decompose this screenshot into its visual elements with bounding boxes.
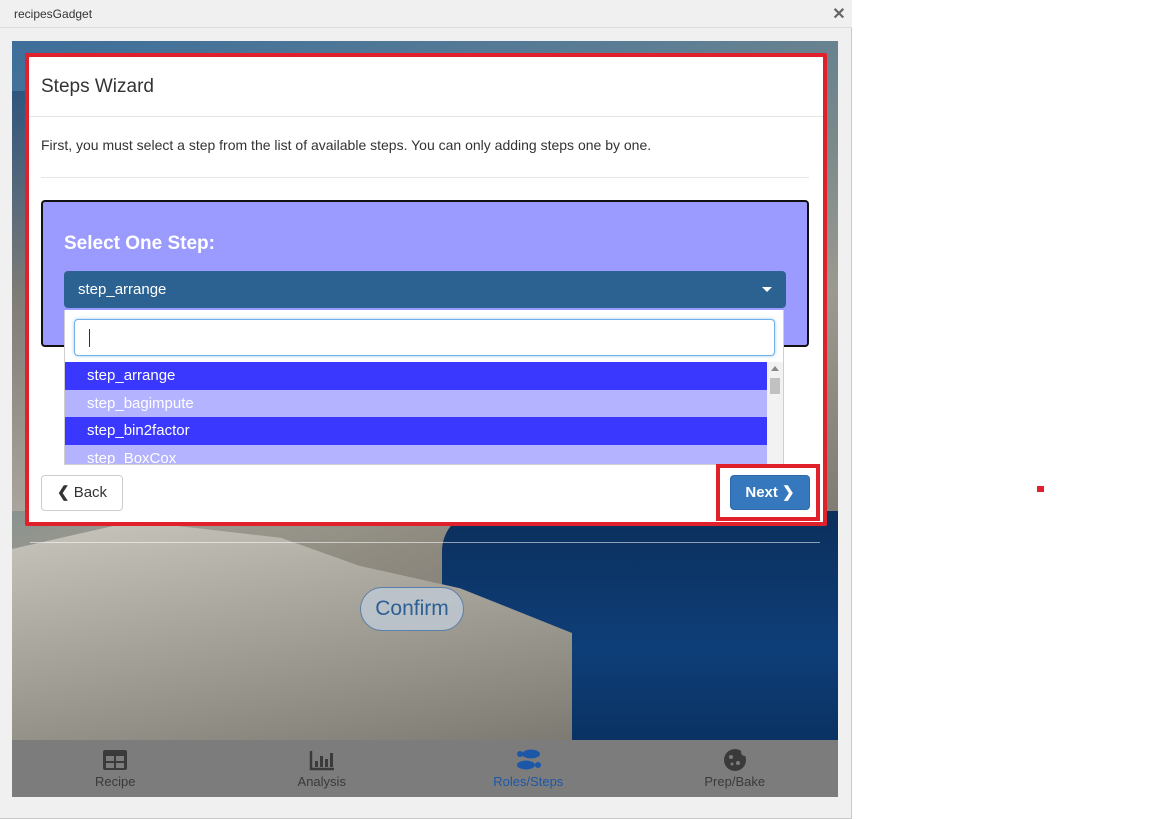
modal-title: Steps Wizard — [41, 76, 154, 97]
app-window: recipesGadget ✕ Confirm Recipe Analysis — [0, 0, 852, 819]
footsteps-icon — [517, 749, 542, 770]
scroll-thumb[interactable] — [770, 378, 780, 394]
tab-label: Prep/Bake — [704, 774, 766, 789]
divider-line — [30, 542, 820, 543]
divider — [41, 177, 809, 178]
back-button[interactable]: ❮ Back — [41, 475, 123, 511]
tab-prep-bake[interactable]: Prep/Bake — [632, 740, 839, 797]
step-select[interactable]: step_arrange — [64, 271, 786, 308]
option-list: step_arrange step_bagimpute step_bin2fac… — [65, 362, 767, 464]
intro-text: First, you must select a step from the l… — [41, 137, 652, 153]
step-dropdown: step_arrange step_bagimpute step_bin2fac… — [64, 310, 784, 465]
tab-recipe[interactable]: Recipe — [12, 740, 219, 797]
tab-label: Recipe — [95, 774, 136, 789]
tab-label: Analysis — [297, 774, 346, 789]
confirm-button[interactable]: Confirm — [360, 587, 464, 631]
chevron-left-icon: ❮ — [56, 484, 70, 501]
tab-roles-steps[interactable]: Roles/Steps — [425, 740, 632, 797]
list-item[interactable]: step_bin2factor — [65, 417, 767, 445]
dropdown-search-input[interactable] — [74, 319, 775, 356]
selected-value: step_arrange — [78, 281, 167, 298]
next-label: Next — [745, 484, 778, 501]
list-item[interactable]: step_arrange — [65, 362, 767, 390]
next-button[interactable]: Next ❯ — [730, 475, 810, 510]
steps-wizard-modal: Steps Wizard First, you must select a st… — [25, 53, 827, 526]
dropdown-scrollbar[interactable] — [767, 362, 783, 464]
marker-dot — [1037, 486, 1044, 492]
chevron-right-icon: ❯ — [782, 484, 795, 501]
window-title: recipesGadget — [14, 7, 93, 21]
scroll-up-icon[interactable] — [771, 366, 779, 371]
tab-label: Roles/Steps — [493, 774, 564, 789]
table-icon — [103, 750, 128, 770]
list-item[interactable]: step_bagimpute — [65, 389, 767, 417]
modal-header: Steps Wizard — [29, 57, 823, 117]
tab-analysis[interactable]: Analysis — [219, 740, 426, 797]
text-cursor — [89, 329, 90, 347]
bar-chart-icon — [309, 751, 334, 771]
caret-down-icon — [762, 287, 772, 292]
close-icon[interactable]: ✕ — [832, 4, 846, 24]
title-bar: recipesGadget ✕ — [0, 0, 852, 28]
back-label: Back — [73, 484, 108, 501]
cookie-icon — [723, 748, 749, 771]
select-label: Select One Step: — [64, 233, 215, 254]
bottom-tab-bar: Recipe Analysis Roles/Steps Prep/Bake — [12, 740, 838, 797]
list-item[interactable]: step_BoxCox — [65, 444, 767, 464]
next-highlight: Next ❯ — [716, 464, 820, 521]
